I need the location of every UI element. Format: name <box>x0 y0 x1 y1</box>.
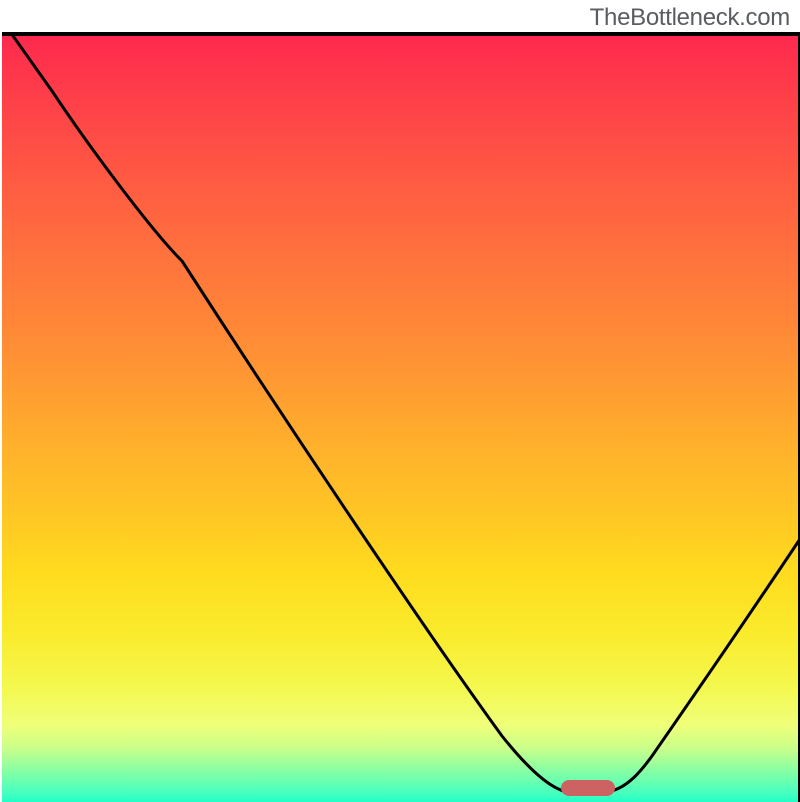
watermark-text: TheBottleneck.com <box>590 4 790 32</box>
chart-plot-area <box>2 32 800 802</box>
optimal-marker <box>561 780 615 796</box>
chart-gradient-background <box>2 36 798 802</box>
